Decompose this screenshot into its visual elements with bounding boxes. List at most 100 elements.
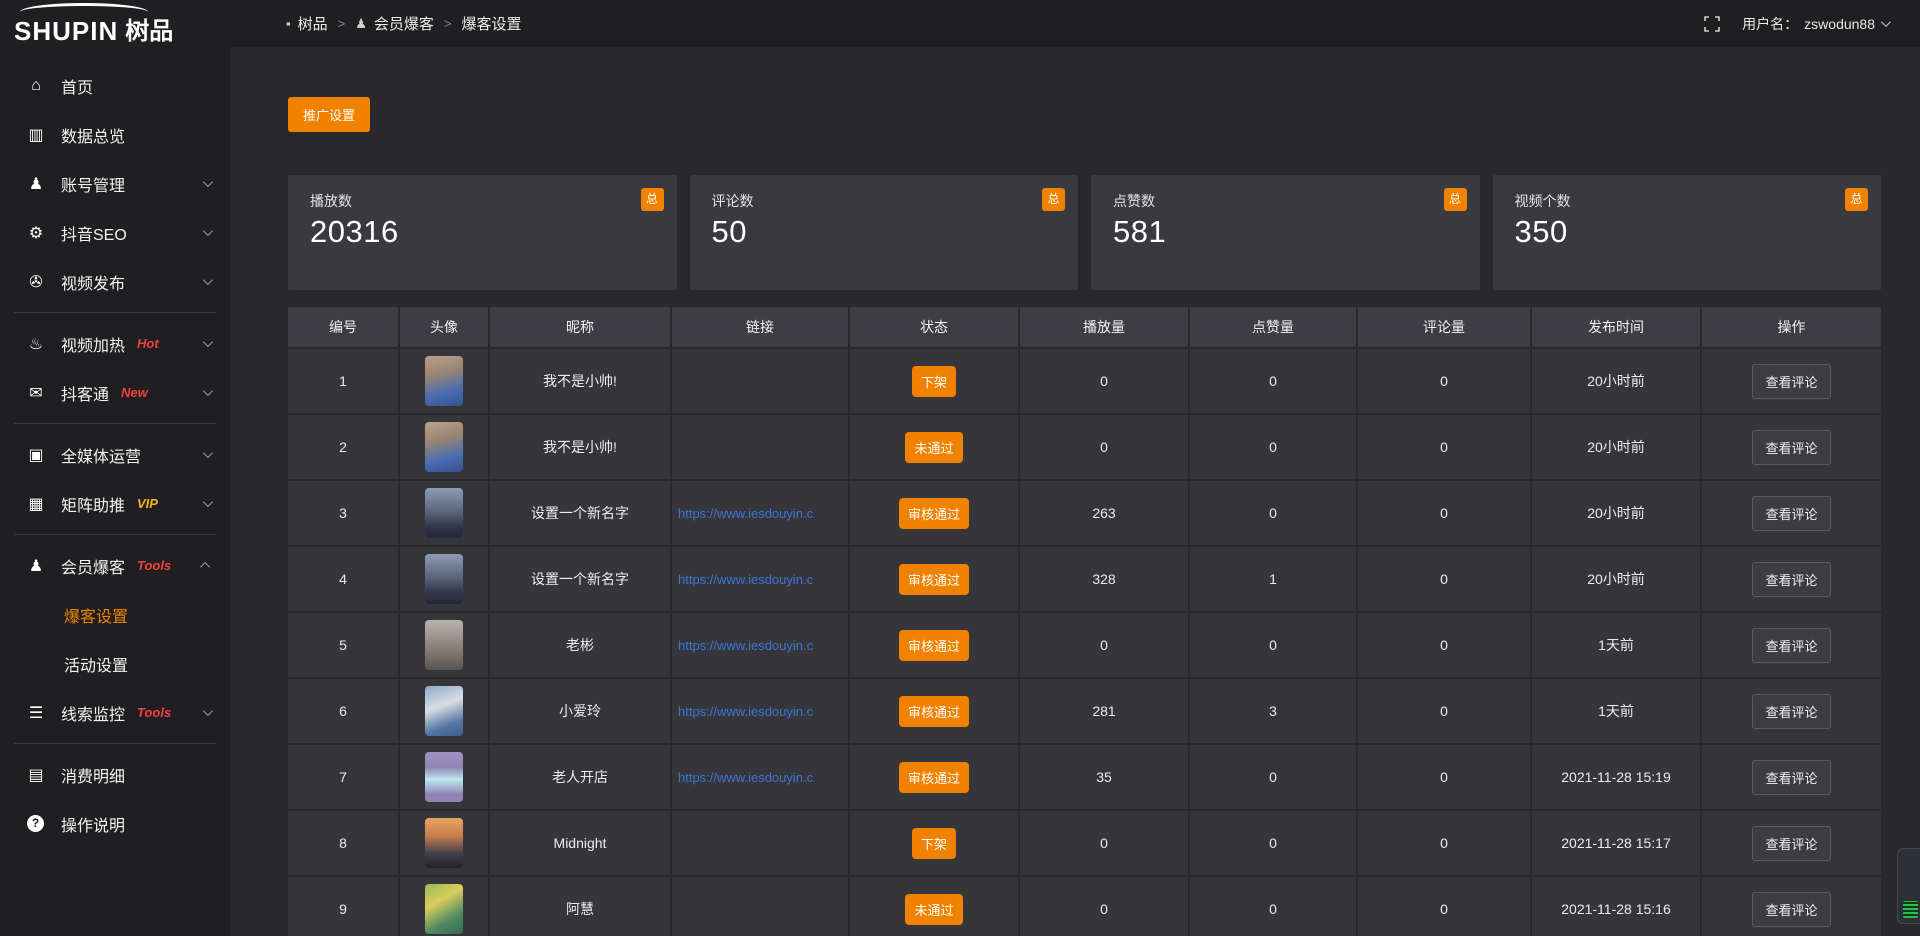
table-row: 6 小爱玲 https://www.iesdouyin.c 审核通过 281 3… bbox=[288, 679, 1881, 743]
cell-publish-time: 20小时前 bbox=[1532, 481, 1700, 545]
stat-card-label: 评论数 bbox=[712, 191, 1057, 211]
breadcrumb-item-baoke-settings[interactable]: 爆客设置 bbox=[461, 13, 521, 34]
cell-comments: 0 bbox=[1358, 745, 1530, 809]
cell-comments: 0 bbox=[1358, 547, 1530, 611]
menu-label: 视频发布 bbox=[61, 270, 125, 294]
status-badge[interactable]: 审核通过 bbox=[899, 630, 969, 661]
sidebar-item-douyin-seo[interactable]: ⚙ 抖音SEO bbox=[0, 208, 230, 257]
cell-avatar bbox=[400, 349, 488, 413]
column-header: 评论量 bbox=[1358, 307, 1530, 347]
status-badge[interactable]: 审核通过 bbox=[899, 696, 969, 727]
column-header: 播放量 bbox=[1020, 307, 1188, 347]
menu-icon: ▤ bbox=[25, 765, 47, 785]
view-comments-button[interactable]: 查看评论 bbox=[1752, 826, 1830, 861]
view-comments-button[interactable]: 查看评论 bbox=[1752, 364, 1830, 399]
video-link[interactable]: https://www.iesdouyin.c bbox=[678, 506, 813, 521]
cell-id: 9 bbox=[288, 877, 398, 936]
video-link[interactable]: https://www.iesdouyin.c bbox=[678, 638, 813, 653]
avatar bbox=[425, 554, 463, 604]
cell-link: https://www.iesdouyin.c bbox=[672, 679, 848, 743]
cell-publish-time: 2021-11-28 15:17 bbox=[1532, 811, 1700, 875]
table-row: 8 Midnight 下架 0 0 0 2021-11-28 15:17 bbox=[288, 811, 1881, 875]
cell-id: 7 bbox=[288, 745, 398, 809]
cell-link bbox=[672, 349, 848, 413]
view-comments-button[interactable]: 查看评论 bbox=[1752, 562, 1830, 597]
fullscreen-icon[interactable] bbox=[1704, 16, 1720, 32]
menu-label: 消费明细 bbox=[61, 763, 125, 787]
video-link[interactable]: https://www.iesdouyin.c bbox=[678, 770, 813, 785]
cell-publish-time: 20小时前 bbox=[1532, 547, 1700, 611]
view-comments-button[interactable]: 查看评论 bbox=[1752, 496, 1830, 531]
video-link[interactable]: https://www.iesdouyin.c bbox=[678, 704, 813, 719]
cell-plays: 281 bbox=[1020, 679, 1188, 743]
stat-card-label: 播放数 bbox=[310, 191, 655, 211]
cell-avatar bbox=[400, 745, 488, 809]
sidebar-item-video-publish[interactable]: ✇ 视频发布 bbox=[0, 257, 230, 306]
status-badge[interactable]: 未通过 bbox=[905, 432, 962, 463]
user-menu[interactable]: 用户名：zswodun88 bbox=[1742, 14, 1888, 34]
cell-nickname: 设置一个新名字 bbox=[490, 481, 670, 545]
sidebar-item-douketong[interactable]: ✉ 抖客通 New bbox=[0, 368, 230, 417]
sidebar-item-baoke-settings[interactable]: 爆客设置 bbox=[0, 590, 230, 639]
sidebar-item-member-baoke[interactable]: ♟ 会员爆客 Tools bbox=[0, 541, 230, 590]
cell-id: 5 bbox=[288, 613, 398, 677]
sidebar-item-video-heating[interactable]: ♨ 视频加热 Hot bbox=[0, 319, 230, 368]
status-badge[interactable]: 下架 bbox=[912, 366, 956, 397]
chevron-down-icon bbox=[203, 337, 213, 347]
floating-service-widget[interactable] bbox=[1897, 848, 1920, 924]
menu-label: 操作说明 bbox=[61, 812, 125, 836]
cell-nickname: 老人开店 bbox=[490, 745, 670, 809]
view-comments-button[interactable]: 查看评论 bbox=[1752, 430, 1830, 465]
view-comments-button[interactable]: 查看评论 bbox=[1752, 694, 1830, 729]
sidebar-item-account-management[interactable]: ♟ 账号管理 bbox=[0, 159, 230, 208]
breadcrumb-label: 会员爆客 bbox=[374, 13, 434, 34]
sidebar-item-activity-settings[interactable]: 活动设置 bbox=[0, 639, 230, 688]
menu-tag: VIP bbox=[137, 496, 158, 511]
sidebar-item-operation-guide[interactable]: ? 操作说明 bbox=[0, 799, 230, 848]
chevron-down-icon bbox=[203, 177, 213, 187]
view-comments-button[interactable]: 查看评论 bbox=[1752, 760, 1830, 795]
cell-likes: 0 bbox=[1190, 349, 1356, 413]
status-badge[interactable]: 下架 bbox=[912, 828, 956, 859]
cell-nickname: 阿慧 bbox=[490, 877, 670, 936]
stat-card-value: 50 bbox=[712, 214, 1057, 250]
status-badge[interactable]: 审核通过 bbox=[899, 498, 969, 529]
cell-status: 未通过 bbox=[850, 877, 1018, 936]
breadcrumb-item-member-baoke[interactable]: ♟ 会员爆客 bbox=[355, 13, 434, 34]
cell-likes: 0 bbox=[1190, 877, 1356, 936]
column-header: 头像 bbox=[400, 307, 488, 347]
status-badge[interactable]: 审核通过 bbox=[899, 564, 969, 595]
cell-comments: 0 bbox=[1358, 811, 1530, 875]
cell-actions: 查看评论 bbox=[1702, 745, 1881, 809]
cell-nickname: 我不是小帅! bbox=[490, 415, 670, 479]
view-comments-button[interactable]: 查看评论 bbox=[1752, 628, 1830, 663]
status-badge[interactable]: 审核通过 bbox=[899, 762, 969, 793]
promotion-settings-button[interactable]: 推广设置 bbox=[288, 97, 370, 132]
cell-likes: 0 bbox=[1190, 745, 1356, 809]
cell-likes: 0 bbox=[1190, 613, 1356, 677]
sidebar-item-omnimedia-operation[interactable]: ▣ 全媒体运营 bbox=[0, 430, 230, 479]
avatar bbox=[425, 422, 463, 472]
menu-label: 抖客通 bbox=[61, 381, 109, 405]
sidebar-item-consumption-details[interactable]: ▤ 消费明细 bbox=[0, 750, 230, 799]
total-badge: 总 bbox=[1444, 188, 1467, 211]
chevron-down-icon bbox=[203, 226, 213, 236]
sidebar-item-matrix-boost[interactable]: ▦ 矩阵助推 VIP bbox=[0, 479, 230, 528]
cell-plays: 0 bbox=[1020, 415, 1188, 479]
table-row: 3 设置一个新名字 https://www.iesdouyin.c 审核通过 2… bbox=[288, 481, 1881, 545]
sidebar-item-home[interactable]: ⌂ 首页 bbox=[0, 61, 230, 110]
cell-link: https://www.iesdouyin.c bbox=[672, 745, 848, 809]
table-row: 1 我不是小帅! 下架 0 0 0 20小时前 bbox=[288, 349, 1881, 413]
menu-icon: ☰ bbox=[25, 703, 47, 723]
video-link[interactable]: https://www.iesdouyin.c bbox=[678, 572, 813, 587]
sidebar-item-clue-monitoring[interactable]: ☰ 线索监控 Tools bbox=[0, 688, 230, 737]
stat-card-value: 20316 bbox=[310, 214, 655, 250]
sidebar-item-data-overview[interactable]: ▥ 数据总览 bbox=[0, 110, 230, 159]
cell-id: 3 bbox=[288, 481, 398, 545]
breadcrumb-item-shupin[interactable]: ▪ 树品 bbox=[286, 13, 328, 34]
status-badge[interactable]: 未通过 bbox=[905, 894, 962, 925]
menu-icon: ✉ bbox=[25, 383, 47, 403]
cell-actions: 查看评论 bbox=[1702, 481, 1881, 545]
menu-label: 矩阵助推 bbox=[61, 492, 125, 516]
view-comments-button[interactable]: 查看评论 bbox=[1752, 892, 1830, 927]
